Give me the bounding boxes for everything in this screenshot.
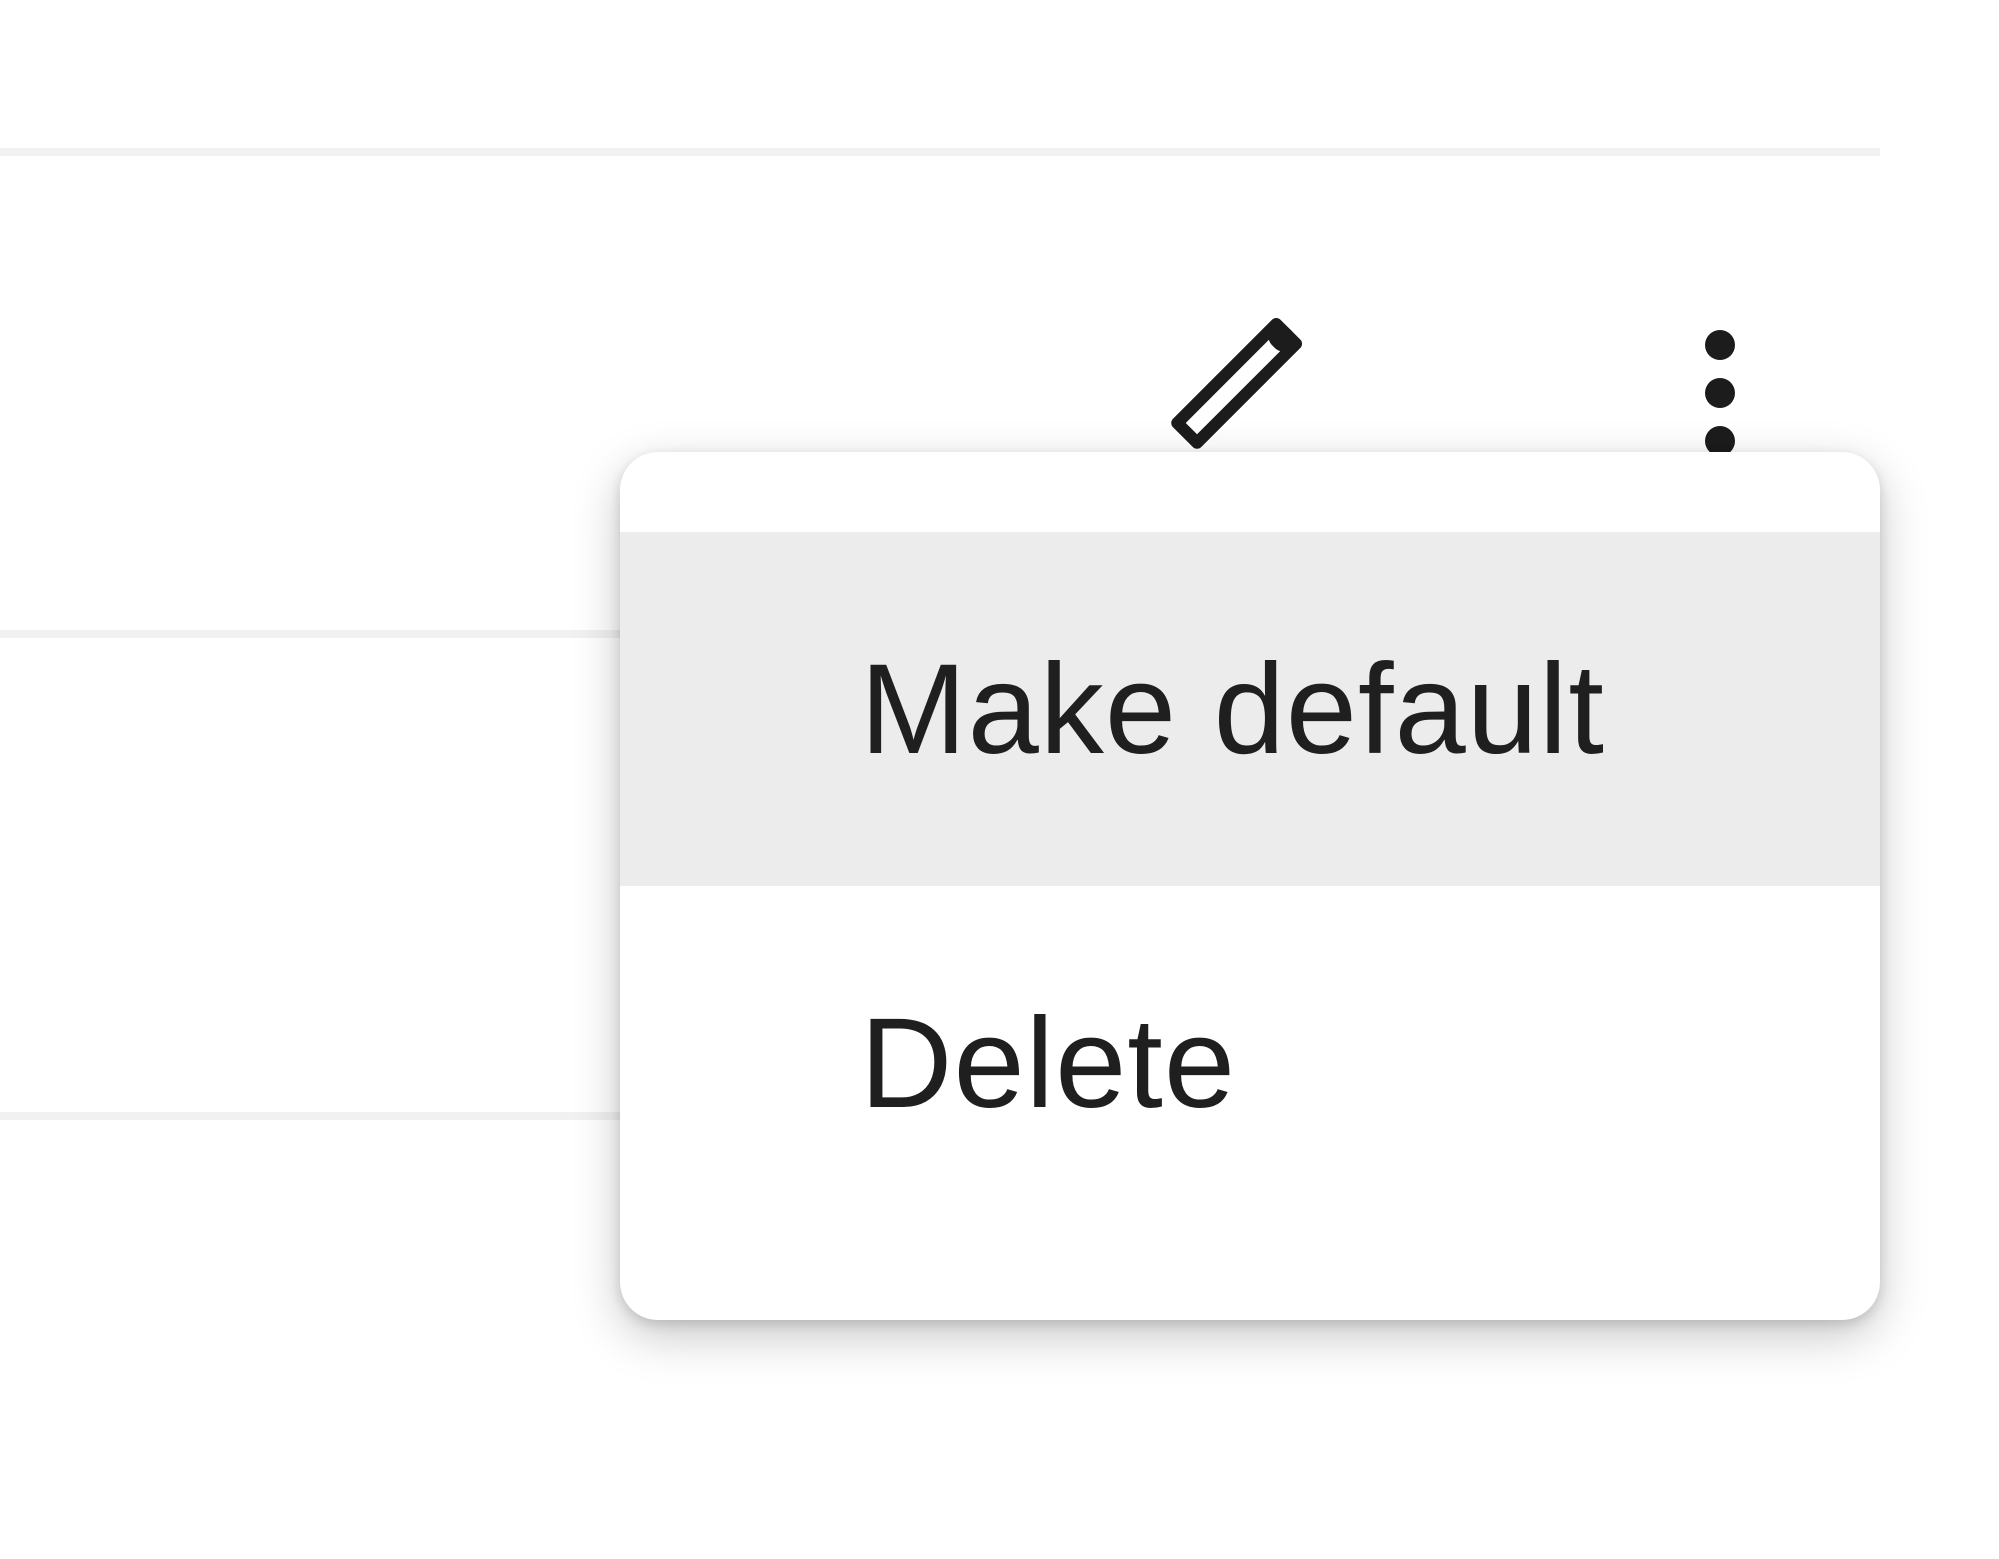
menu-item-delete[interactable]: Delete	[620, 886, 1880, 1240]
row-actions	[1160, 300, 1760, 460]
more-options-button[interactable]	[1680, 300, 1760, 460]
row-divider	[0, 148, 1880, 156]
row-divider	[0, 630, 620, 638]
menu-item-make-default[interactable]: Make default	[620, 532, 1880, 886]
context-menu: Make default Delete	[620, 452, 1880, 1320]
pencil-icon	[1160, 300, 1340, 460]
row-divider	[0, 1112, 620, 1120]
more-vertical-icon	[1680, 300, 1760, 460]
edit-button[interactable]	[1160, 300, 1340, 460]
